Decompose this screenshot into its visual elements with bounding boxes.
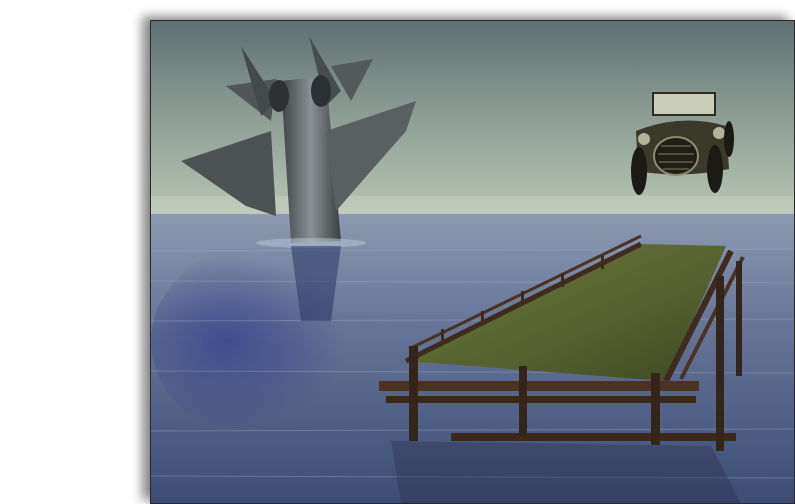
surreal-scene-image xyxy=(151,21,794,503)
photo-frame xyxy=(150,20,795,504)
page xyxy=(0,0,795,504)
